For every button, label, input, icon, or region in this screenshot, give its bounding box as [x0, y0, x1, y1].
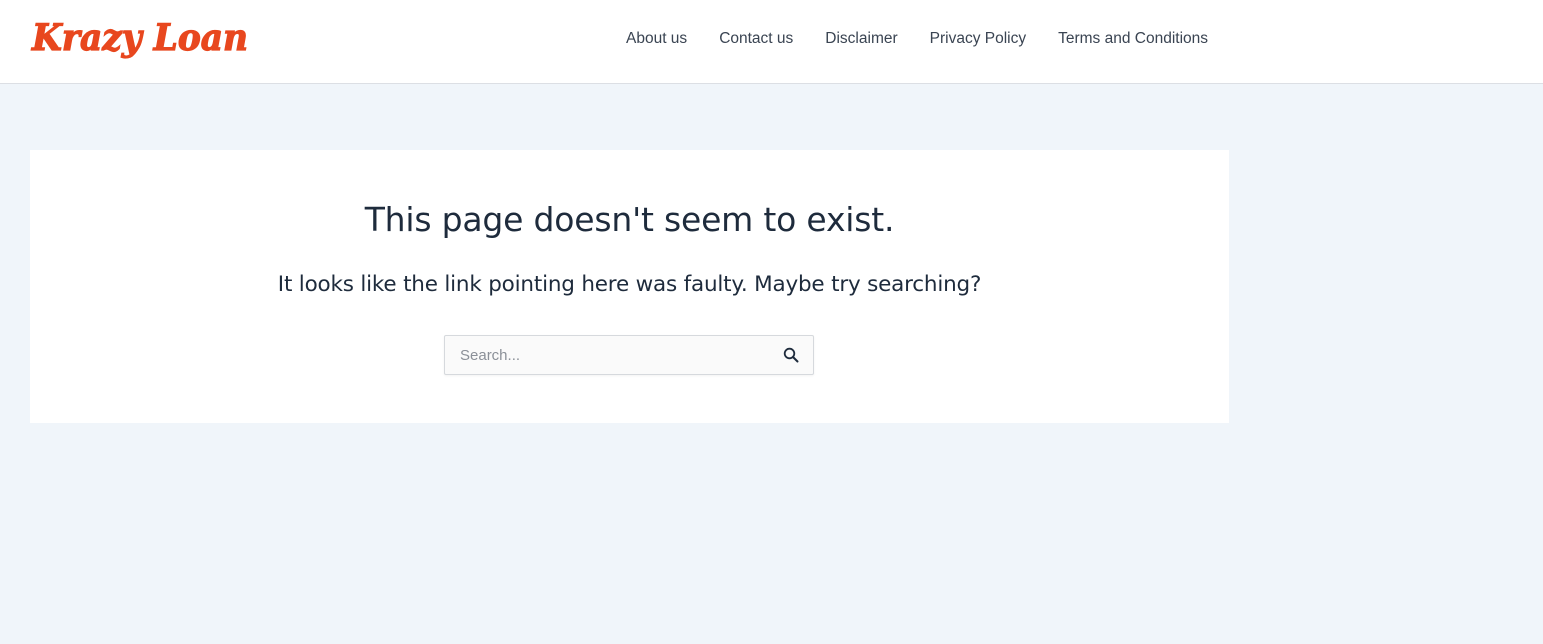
- error-message: It looks like the link pointing here was…: [277, 272, 982, 297]
- nav-privacy-policy[interactable]: Privacy Policy: [914, 30, 1042, 48]
- nav-about-us[interactable]: About us: [610, 30, 703, 48]
- nav-contact-us[interactable]: Contact us: [703, 30, 809, 48]
- search-input[interactable]: [445, 336, 765, 374]
- error-404-card: This page doesn't seem to exist. It look…: [30, 150, 1229, 423]
- search-form: [444, 335, 814, 375]
- search-icon[interactable]: [783, 347, 799, 363]
- site-logo[interactable]: Krazy Loan: [30, 6, 254, 72]
- nav-disclaimer[interactable]: Disclaimer: [809, 30, 913, 48]
- page-title: This page doesn't seem to exist.: [364, 200, 895, 239]
- krazy-loan-logo-image: Krazy Loan: [30, 16, 248, 59]
- nav-terms-and-conditions[interactable]: Terms and Conditions: [1042, 30, 1224, 48]
- logo-text: Krazy Loan: [31, 17, 248, 59]
- site-header: Krazy Loan About us Contact us Disclaime…: [0, 0, 1543, 84]
- main-nav: About us Contact us Disclaimer Privacy P…: [610, 0, 1224, 78]
